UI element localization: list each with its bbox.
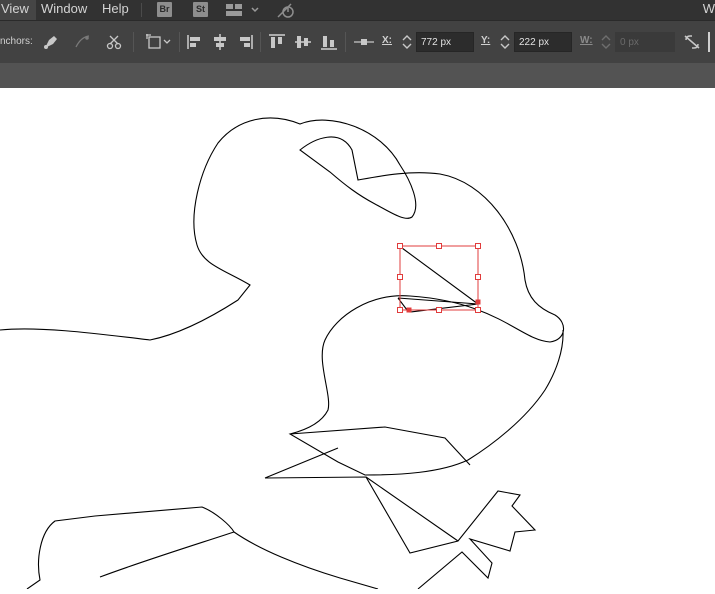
panel-edge <box>708 32 710 52</box>
cheek-path <box>397 247 480 313</box>
align-vertical-center-icon[interactable] <box>293 32 313 52</box>
stock-button[interactable]: St <box>193 2 208 17</box>
arm-path <box>26 506 379 590</box>
character-outline-path <box>0 117 564 476</box>
stepper-icon <box>601 35 611 49</box>
anchors-label: nchors: <box>0 36 33 47</box>
menu-bar: View Window Help Br St W <box>0 0 715 20</box>
artwork[interactable] <box>0 88 715 590</box>
stepper-icon[interactable] <box>499 33 511 51</box>
cut-path-icon[interactable] <box>104 32 124 52</box>
control-separator <box>260 32 261 52</box>
reference-point-icon[interactable] <box>352 32 376 52</box>
bridge-button[interactable]: Br <box>157 2 172 17</box>
constrain-proportions-icon[interactable] <box>683 32 701 52</box>
document-tab-strip <box>0 63 715 88</box>
y-input[interactable]: 222 px <box>514 32 572 52</box>
arm-inner-path <box>99 531 235 578</box>
control-separator <box>133 32 134 52</box>
menu-help[interactable]: Help <box>95 0 136 20</box>
align-right-icon[interactable] <box>236 32 254 52</box>
align-horizontal-center-icon[interactable] <box>211 32 229 52</box>
x-label: X: <box>382 35 392 46</box>
align-bottom-icon[interactable] <box>319 32 339 52</box>
w-input: 0 px <box>615 32 675 52</box>
menu-view[interactable]: View <box>0 0 36 20</box>
align-left-icon[interactable] <box>186 32 204 52</box>
y-label: Y: <box>481 35 491 46</box>
convert-anchor-icon[interactable] <box>41 32 61 52</box>
transform-icon[interactable] <box>144 32 172 52</box>
menu-window[interactable]: Window <box>34 0 94 20</box>
control-bar: nchors: X: 772 px Y: 222 px W: 0 px <box>0 20 715 63</box>
jaw-path <box>289 426 471 466</box>
x-input[interactable]: 772 px <box>416 32 474 52</box>
control-separator <box>345 32 346 52</box>
sleeve-path <box>264 447 459 542</box>
workspace-switcher[interactable]: W <box>703 0 715 20</box>
stepper-icon[interactable] <box>401 33 413 51</box>
artboard[interactable] <box>0 88 715 590</box>
control-separator <box>179 32 180 52</box>
menu-separator <box>141 3 142 17</box>
arrange-documents-icon[interactable] <box>225 3 261 17</box>
collar-path <box>264 476 537 590</box>
w-label: W: <box>580 35 593 46</box>
sync-settings-icon[interactable] <box>276 3 298 19</box>
align-top-icon[interactable] <box>267 32 287 52</box>
handle-anchor-icon[interactable] <box>73 32 93 52</box>
